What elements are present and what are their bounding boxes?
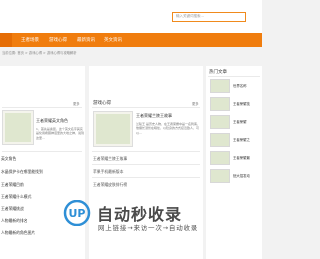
nav-item-2[interactable]: 游戏心得 bbox=[49, 37, 67, 43]
mid-divider-4 bbox=[92, 177, 200, 178]
breadcrumb: 当前位置: 首页 > 游戏心得 > 游戏心得与攻略解析 bbox=[2, 51, 77, 55]
watermark-subtitle: 网上链接→来访一次→自动收录 bbox=[98, 224, 199, 232]
hot-item-title: 世界名称 bbox=[233, 84, 247, 88]
hot-item-2[interactable]: 王者荣耀技 bbox=[210, 97, 258, 113]
left-more-link[interactable]: 更多 bbox=[73, 101, 80, 106]
mid-more-link[interactable]: 更多 bbox=[192, 101, 199, 106]
mid-featured-thumb[interactable] bbox=[93, 111, 133, 147]
left-list-item-7[interactable]: 人物最新的角色图片 bbox=[1, 230, 35, 236]
hot-item-title: 王者荣耀最 bbox=[233, 156, 250, 160]
left-featured-thumb[interactable] bbox=[2, 110, 34, 145]
main-nav: 王者场景 游戏心得 最新资讯 英文资讯 bbox=[0, 33, 262, 47]
left-divider-2 bbox=[2, 151, 82, 152]
mid-list-item-3[interactable]: 王者荣耀皮肤排行榜 bbox=[93, 182, 127, 188]
thumb-image bbox=[210, 79, 230, 93]
left-list-item-6[interactable]: 人物最新的排名 bbox=[1, 218, 28, 224]
hot-item-title: 铠大招发动 bbox=[233, 174, 250, 178]
mid-divider-2 bbox=[92, 151, 200, 152]
nav-item-3[interactable]: 最新资讯 bbox=[77, 37, 95, 43]
left-list-item-2[interactable]: 水晶保护卡在哪里能找到 bbox=[1, 169, 43, 175]
search-input[interactable]: 输入关键词搜索... bbox=[172, 12, 246, 22]
hot-item-3[interactable]: 王者荣耀 bbox=[210, 115, 258, 131]
mid-list-item-2[interactable]: 苹果手机最新版本 bbox=[93, 169, 123, 175]
mid-list-item-1[interactable]: 王者荣耀兰陵王故事 bbox=[93, 156, 127, 162]
left-featured-desc: 1、首先是奥昆，这个英文名字其实是化用希腊神话里的大地之神，说到这里... bbox=[36, 127, 84, 140]
right-panel-title: 热门文章 bbox=[209, 70, 227, 75]
thumb-image bbox=[210, 133, 230, 147]
hot-item-4[interactable]: 王者荣耀之 bbox=[210, 133, 258, 149]
nav-item-1[interactable]: 王者场景 bbox=[21, 37, 39, 43]
thumb-image bbox=[5, 113, 31, 142]
mid-featured-title[interactable]: 王者荣耀兰陵王故事 bbox=[136, 113, 172, 119]
left-list-item-5[interactable]: 王者荣耀挑战 bbox=[1, 206, 24, 212]
thumb-image bbox=[210, 115, 230, 129]
hot-item-1[interactable]: 世界名称 bbox=[210, 79, 258, 95]
mid-divider-3 bbox=[92, 164, 200, 165]
watermark-logo-icon: UP bbox=[63, 200, 91, 226]
left-divider bbox=[2, 107, 82, 108]
hot-item-title: 王者荣耀技 bbox=[233, 102, 250, 106]
thumb-image bbox=[210, 97, 230, 111]
left-list-item-4[interactable]: 王者荣耀什么模式 bbox=[1, 194, 31, 200]
left-list-item-3[interactable]: 王者荣耀目前 bbox=[1, 182, 24, 188]
watermark-mark-text: UP bbox=[69, 207, 86, 220]
mid-featured-desc: 兰陵王 是历史人物，在王者荣耀中是一名刺客，他擅长潜伏在暗处，以隐身的方式接近敌… bbox=[136, 122, 200, 135]
mid-divider bbox=[92, 107, 200, 108]
hot-item-title: 王者荣耀之 bbox=[233, 138, 250, 142]
thumb-image bbox=[96, 114, 130, 144]
hot-item-title: 王者荣耀 bbox=[233, 120, 247, 124]
thumb-image bbox=[210, 151, 230, 165]
thumb-image bbox=[210, 169, 230, 183]
nav-item-4[interactable]: 英文资讯 bbox=[104, 37, 122, 43]
nav-home-block[interactable] bbox=[0, 33, 12, 47]
mid-panel-title: 游戏心得 bbox=[93, 101, 111, 106]
left-list-item-1[interactable]: 英文角色 bbox=[1, 156, 16, 162]
hot-item-5[interactable]: 王者荣耀最 bbox=[210, 151, 258, 167]
search-placeholder: 输入关键词搜索... bbox=[176, 14, 204, 18]
right-divider bbox=[208, 76, 260, 77]
hot-item-6[interactable]: 铠大招发动 bbox=[210, 169, 258, 185]
left-featured-title[interactable]: 王者荣耀英文角色 bbox=[36, 118, 68, 124]
